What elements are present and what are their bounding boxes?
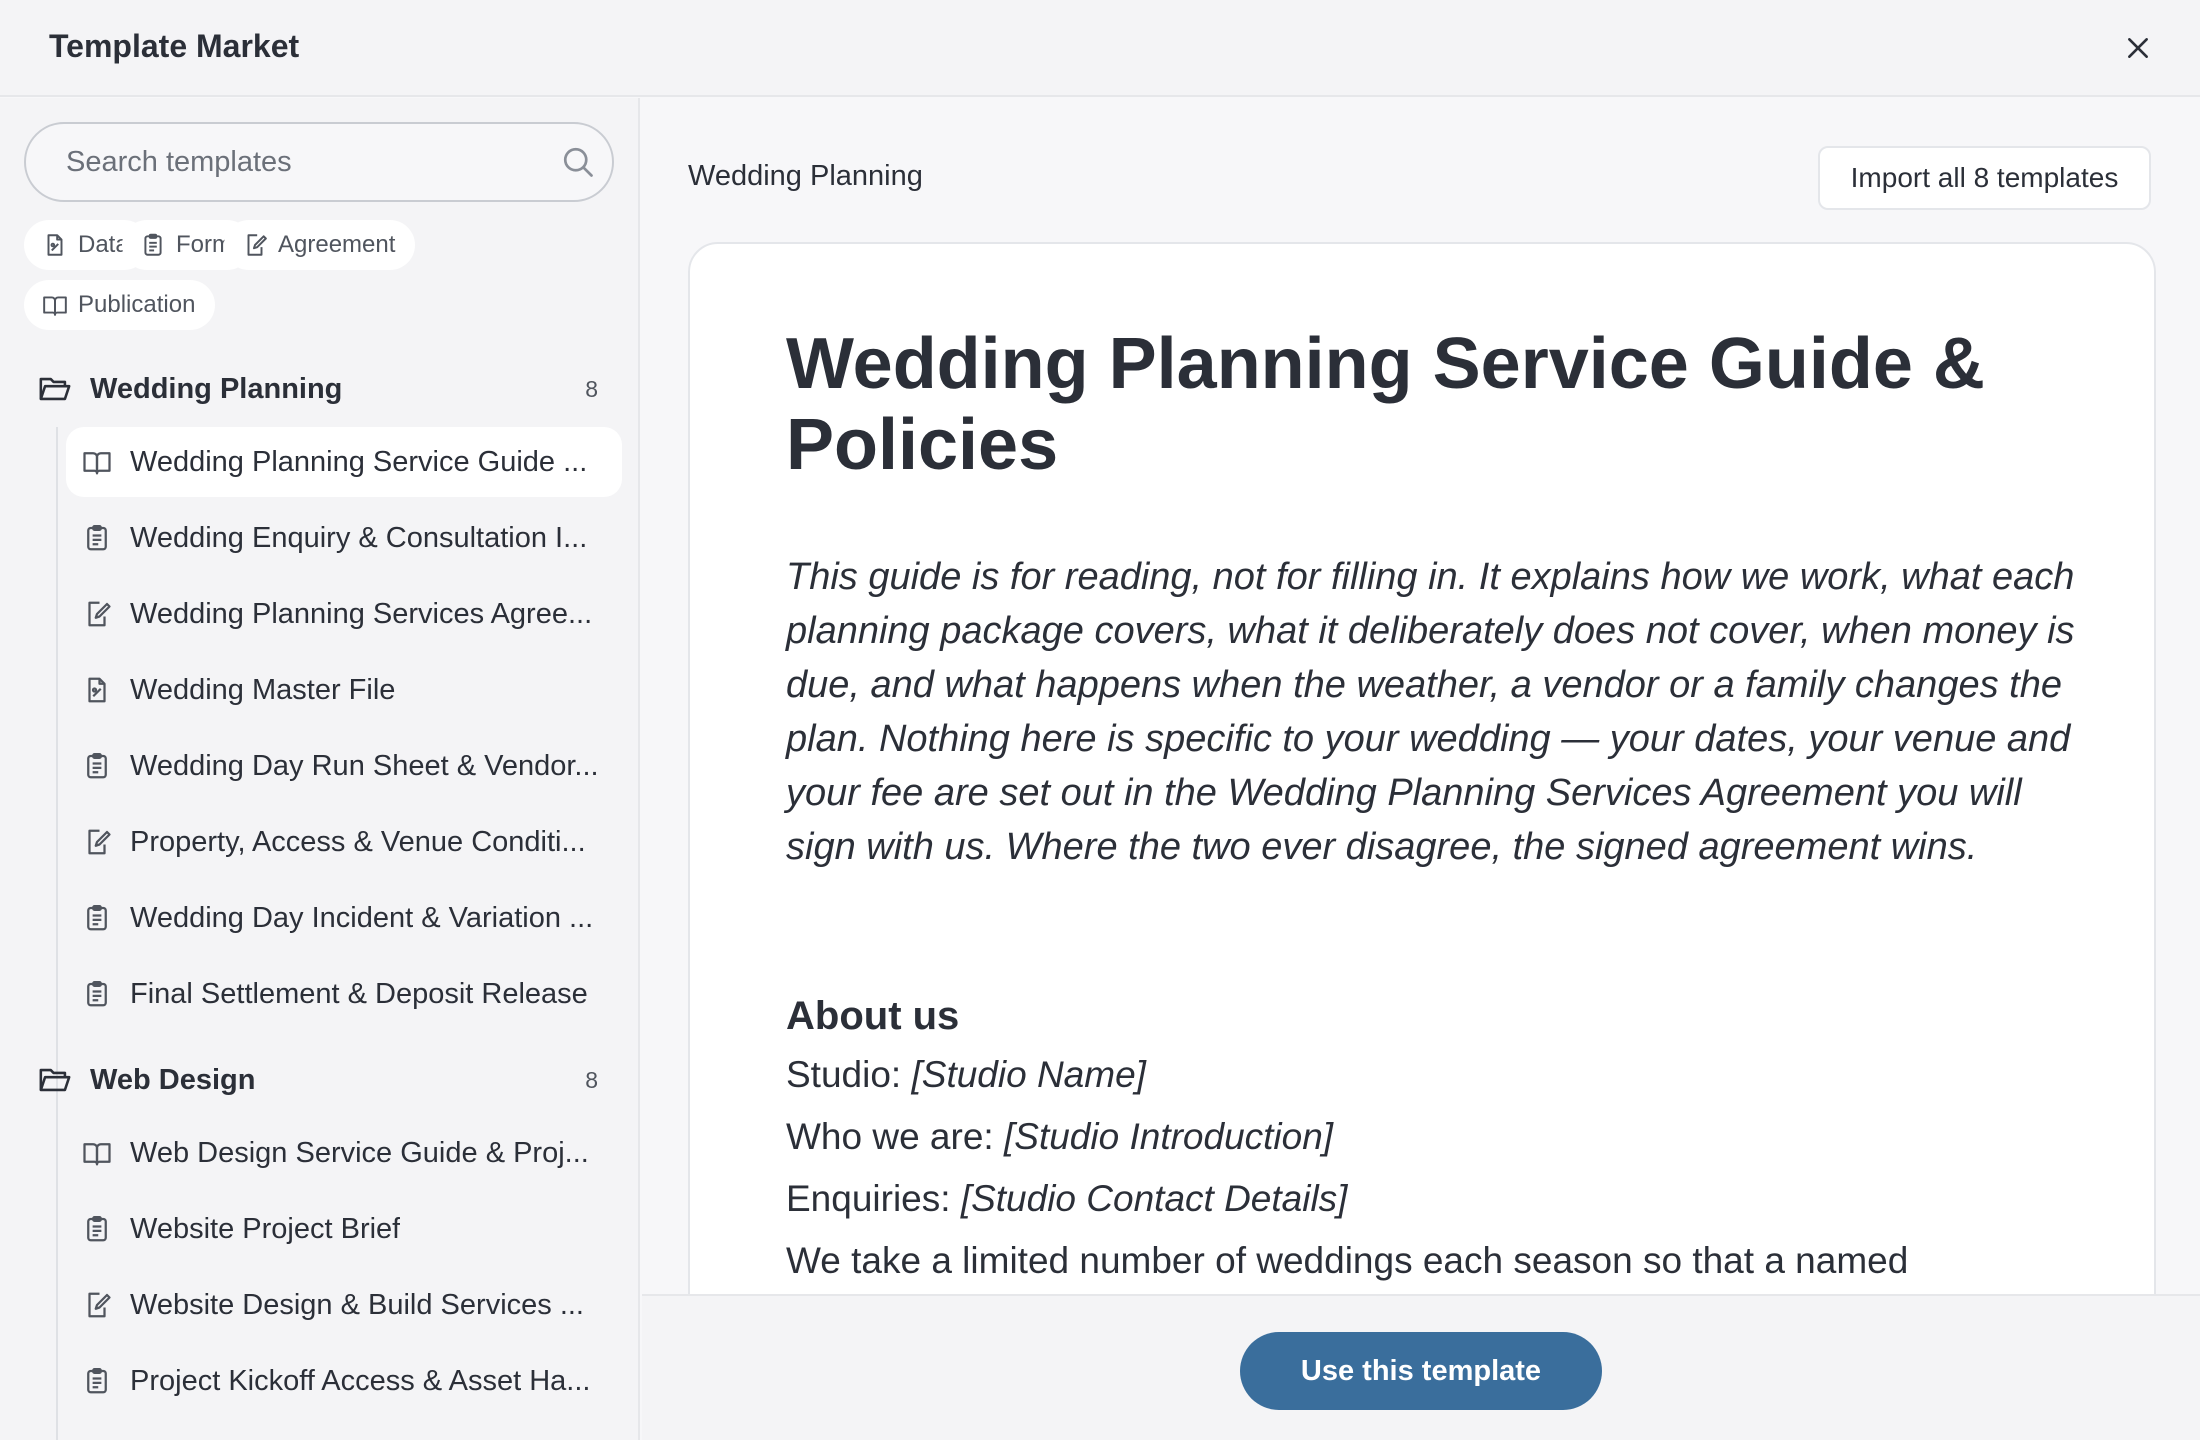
- publication-icon: [83, 1143, 111, 1166]
- template-item[interactable]: Final Settlement & Deposit Release: [66, 959, 622, 1029]
- template-item-label: Website Design & Build Services ...: [130, 1288, 584, 1321]
- template-item-label: Wedding Master File: [130, 673, 396, 706]
- main-panel: Wedding Planning Import all 8 templates …: [642, 98, 2200, 1295]
- template-item-label: Property, Access & Venue Conditi...: [130, 825, 586, 858]
- document-title: Wedding Planning Service Guide & Policie…: [786, 324, 1985, 485]
- tree-line: [56, 1118, 58, 1440]
- studio-line: Studio: [Studio Name]: [786, 1054, 1146, 1096]
- category-title: Wedding Planning: [688, 160, 923, 192]
- template-item[interactable]: Wedding Enquiry & Consultation I...: [66, 503, 622, 573]
- group-count: 8: [585, 375, 598, 402]
- agreement-icon: [88, 601, 111, 627]
- filter-chip-publication[interactable]: Publication: [24, 280, 216, 330]
- template-item-label: Wedding Day Run Sheet & Vendor...: [130, 749, 599, 782]
- agreement-icon: [88, 829, 111, 855]
- form-icon: [87, 525, 107, 551]
- template-item-label: Website Project Brief: [130, 1212, 401, 1245]
- template-item-label: Web Design Service Guide & Proj...: [130, 1136, 589, 1169]
- group-name: Wedding Planning: [90, 372, 343, 405]
- form-icon: [87, 1216, 107, 1242]
- template-item[interactable]: Web Design Service Guide & Proj...: [66, 1118, 622, 1188]
- enquiries-label: Enquiries:: [786, 1178, 961, 1219]
- template-market-dialog: Template Market Data Form Agreement: [0, 0, 2200, 1440]
- group-name: Web Design: [90, 1063, 256, 1096]
- group-header-wedding-planning[interactable]: Wedding Planning 8: [24, 359, 614, 419]
- studio-placeholder: [Studio Name]: [911, 1054, 1146, 1095]
- template-item[interactable]: Wedding Day Run Sheet & Vendor...: [66, 731, 622, 801]
- folder-open-icon: [39, 377, 71, 401]
- form-icon: [87, 905, 107, 931]
- form-icon: [144, 233, 162, 256]
- template-item[interactable]: Website Design & Build Services ...: [66, 1270, 622, 1340]
- template-item-label: Wedding Day Incident & Variation ...: [130, 901, 594, 934]
- document-intro: This guide is for reading, not for filli…: [786, 556, 2075, 868]
- sidebar: Data Form Agreement Publication Wedding …: [0, 98, 640, 1440]
- template-item[interactable]: Wedding Planning Services Agree...: [66, 579, 622, 649]
- search-box: [24, 122, 614, 202]
- template-item[interactable]: Wedding Planning Service Guide ...: [66, 427, 622, 497]
- data-icon: [88, 677, 106, 703]
- agreement-icon: [88, 1292, 111, 1318]
- who-label: Who we are:: [786, 1116, 1004, 1157]
- publication-icon: [83, 452, 111, 475]
- template-item[interactable]: Wedding Master File: [66, 655, 622, 725]
- studio-label: Studio:: [786, 1054, 912, 1095]
- template-item[interactable]: Project Kickoff Access & Asset Ha...: [66, 1346, 622, 1416]
- template-preview[interactable]: Wedding Planning Service Guide & Policie…: [688, 242, 2156, 1295]
- form-icon: [87, 1368, 107, 1394]
- filter-chip-agreement[interactable]: Agreement: [224, 220, 416, 270]
- who-placeholder: [Studio Introduction]: [1003, 1116, 1334, 1157]
- publication-icon: [43, 296, 67, 316]
- search-icon[interactable]: [560, 144, 596, 180]
- enquiries-placeholder: [Studio Contact Details]: [960, 1178, 1348, 1219]
- body-paragraph: We take a limited number of weddings eac…: [786, 1240, 1909, 1281]
- template-item-label: Wedding Planning Services Agree...: [130, 597, 593, 630]
- template-item[interactable]: Property, Access & Venue Conditi...: [66, 807, 622, 877]
- close-button[interactable]: [2118, 28, 2158, 68]
- group-count: 8: [585, 1066, 598, 1093]
- enquiries-line: Enquiries: [Studio Contact Details]: [786, 1178, 1347, 1220]
- dialog-title: Template Market: [49, 28, 300, 64]
- use-template-button[interactable]: Use this template: [1240, 1332, 1602, 1410]
- template-item-label: Wedding Planning Service Guide ...: [130, 445, 588, 478]
- template-item[interactable]: Website Project Brief: [66, 1194, 622, 1264]
- filter-chip-label: Publication: [78, 291, 196, 318]
- data-icon: [47, 234, 63, 256]
- form-icon: [87, 981, 107, 1007]
- template-item-label: Project Kickoff Access & Asset Ha...: [130, 1364, 591, 1397]
- folder-open-icon: [39, 1068, 71, 1092]
- template-item-label: Wedding Enquiry & Consultation I...: [130, 521, 588, 554]
- dialog-header: Template Market: [0, 0, 2200, 97]
- agreement-icon: [247, 234, 267, 256]
- search-input[interactable]: [66, 124, 546, 200]
- group-header-web-design[interactable]: Web Design 8: [24, 1050, 614, 1110]
- filter-chip-label: Agreement: [278, 231, 396, 258]
- who-line: Who we are: [Studio Introduction]: [786, 1116, 1333, 1158]
- template-item[interactable]: Wedding Day Incident & Variation ...: [66, 883, 622, 953]
- form-icon: [87, 753, 107, 779]
- template-item-label: Final Settlement & Deposit Release: [130, 977, 588, 1010]
- dialog-footer: Use this template: [642, 1294, 2200, 1440]
- close-icon: [2128, 38, 2148, 58]
- tree-line: [56, 427, 58, 1129]
- import-all-button[interactable]: Import all 8 templates: [1818, 146, 2151, 210]
- about-heading: About us: [786, 994, 960, 1038]
